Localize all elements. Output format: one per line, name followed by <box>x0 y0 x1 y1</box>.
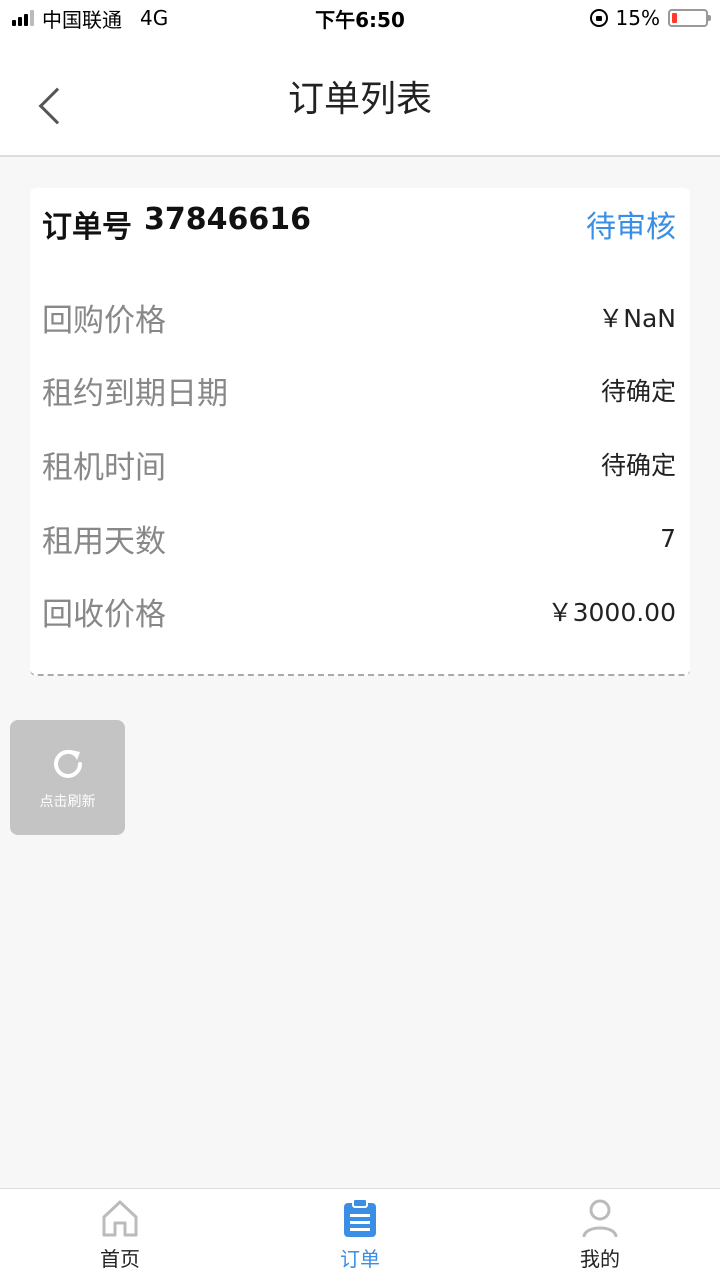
chevron-left-icon <box>38 87 76 125</box>
status-left: 中国联通 4G <box>12 4 168 33</box>
row-value: 7 <box>660 523 676 553</box>
order-number-label: 订单号 <box>42 210 132 245</box>
battery-percent: 15% <box>615 6 660 30</box>
carrier-name: 中国联通 <box>42 7 122 32</box>
order-row-rental-time: 租机时间 待确定 <box>42 439 676 489</box>
tab-mine-label: 我的 <box>580 1247 620 1271</box>
user-icon <box>582 1199 618 1238</box>
page-title: 订单列表 <box>287 78 432 120</box>
home-icon <box>102 1200 138 1237</box>
order-card[interactable]: 订单号 37846616 待审核 回购价格 ￥NaN 租约到期日期 待确定 租机… <box>30 188 690 676</box>
row-label: 租约到期日期 <box>42 375 228 412</box>
order-row-buyback-price: 回购价格 ￥NaN <box>42 292 676 342</box>
row-value: 待确定 <box>600 451 676 480</box>
tab-orders[interactable]: 订单 <box>240 1189 480 1280</box>
refresh-button[interactable]: 点击刷新 <box>10 720 125 835</box>
row-value: ￥3000.00 <box>547 598 676 627</box>
order-status-badge: 待审核 <box>586 210 676 245</box>
network-type: 4G <box>140 6 169 30</box>
order-row-recycle-price: 回收价格 ￥3000.00 <box>42 586 676 636</box>
status-bar: 中国联通 4G 下午6:50 15% <box>0 0 720 36</box>
back-button[interactable] <box>32 81 76 131</box>
clipboard-icon <box>344 1198 376 1237</box>
row-label: 租机时间 <box>42 449 166 486</box>
signal-icon <box>12 10 34 26</box>
refresh-label: 点击刷新 <box>39 793 96 810</box>
row-value: ￥NaN <box>598 304 676 333</box>
tab-bar: 首页 订单 我的 <box>0 1188 720 1280</box>
tab-home-label: 首页 <box>100 1247 140 1271</box>
status-right: 15% <box>589 6 711 30</box>
order-card-header: 订单号 37846616 待审核 <box>42 202 676 246</box>
tab-orders-label: 订单 <box>340 1247 380 1271</box>
refresh-icon <box>53 749 82 778</box>
row-label: 回购价格 <box>42 302 166 339</box>
battery-icon <box>668 9 711 27</box>
tab-mine[interactable]: 我的 <box>480 1189 720 1280</box>
row-value: 待确定 <box>600 377 676 406</box>
order-number: 订单号 37846616 <box>42 202 311 246</box>
orientation-lock-icon <box>589 9 608 27</box>
battery-fill <box>672 13 677 23</box>
order-row-rental-days: 租用天数 7 <box>42 513 676 563</box>
tab-home[interactable]: 首页 <box>0 1189 240 1280</box>
order-row-lease-expiry: 租约到期日期 待确定 <box>42 365 676 415</box>
nav-bar: 订单列表 <box>0 36 720 157</box>
row-label: 租用天数 <box>42 523 166 560</box>
order-number-value: 37846616 <box>144 202 311 237</box>
row-label: 回收价格 <box>42 596 166 633</box>
